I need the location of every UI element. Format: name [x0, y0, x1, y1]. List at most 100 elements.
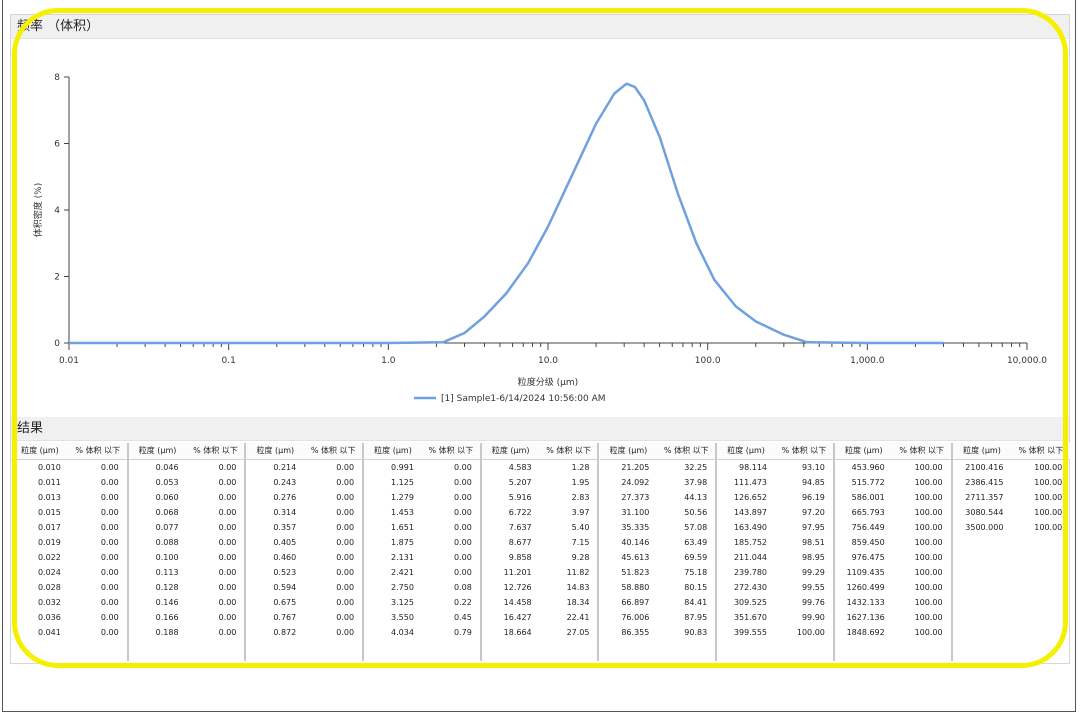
- size-cell: 309.525: [733, 598, 768, 607]
- table-row: 143.897 97.20: [717, 505, 833, 520]
- size-cell: 0.010: [37, 463, 61, 472]
- percent-cell: 100.00: [914, 463, 943, 472]
- size-cell: 6.722: [508, 508, 532, 517]
- percent-cell: 0.00: [218, 553, 237, 562]
- size-cell: 76.006: [621, 613, 650, 622]
- frequency-header-label: 频率 （体积）: [17, 19, 100, 34]
- x-axis-label: 粒度分级 (μm): [518, 376, 578, 388]
- size-cell: 0.128: [155, 583, 179, 592]
- size-cell: 5.207: [508, 478, 532, 487]
- percent-cell: 0.00: [100, 478, 119, 487]
- percent-cell: 80.15: [684, 583, 708, 592]
- size-cell: 399.555: [733, 628, 768, 637]
- percent-cell: 0.22: [453, 598, 472, 607]
- percent-cell: 0.00: [453, 478, 472, 487]
- percent-cell: 0.00: [336, 523, 355, 532]
- size-cell: 0.013: [37, 493, 61, 502]
- size-cell: 0.100: [155, 553, 179, 562]
- size-cell: 111.473: [733, 478, 768, 487]
- percent-cell: 0.00: [453, 553, 472, 562]
- table-row: 98.114 93.10: [717, 460, 833, 475]
- size-cell: 1627.136: [846, 613, 885, 622]
- table-row: 9.858 9.28: [482, 550, 598, 565]
- percent-cell: 63.49: [684, 538, 708, 547]
- table-row: 0.872 0.00: [246, 625, 362, 640]
- results-column-8: 粒度 (μm) % 体积 以下 453.960 100.00 515.772 100.00…: [834, 443, 953, 661]
- frequency-chart: 0 2 4 6 8 0.01 0.1 1.0 10.0 100.0 1,000.0 10,000.0 粒…: [11, 39, 1069, 411]
- legend-label: [1] Sample1-6/14/2024 10:56:00 AM: [441, 394, 606, 404]
- table-row: 0.088 0.00: [129, 535, 245, 550]
- size-cell: 0.077: [155, 523, 179, 532]
- table-row: 859.450 100.00: [835, 535, 951, 550]
- percent-cell: 99.55: [801, 583, 825, 592]
- percent-cell: 0.00: [218, 568, 237, 577]
- table-row: 1.453 0.00: [364, 505, 480, 520]
- table-row: 0.046 0.00: [129, 460, 245, 475]
- table-row: 0.015 0.00: [11, 505, 127, 520]
- size-cell: 5.916: [508, 493, 532, 502]
- size-header: 粒度 (μm): [609, 446, 648, 455]
- column-header: 粒度 (μm) % 体积 以下: [11, 443, 127, 460]
- percent-cell: 9.28: [571, 553, 590, 562]
- size-cell: 351.670: [733, 613, 768, 622]
- column-header: 粒度 (μm) % 体积 以下: [599, 443, 716, 460]
- size-cell: 2.421: [391, 568, 414, 577]
- percent-cell: 32.25: [684, 463, 708, 472]
- percent-cell: 84.41: [684, 598, 708, 607]
- size-cell: 0.060: [155, 493, 179, 502]
- size-header: 粒度 (μm): [844, 446, 883, 455]
- percent-cell: 0.00: [336, 568, 355, 577]
- table-row: 86.355 90.83: [600, 625, 716, 640]
- percent-header: % 体积 以下: [546, 446, 591, 455]
- percent-cell: 100.00: [914, 553, 943, 562]
- percent-cell: 0.00: [453, 463, 472, 472]
- size-cell: 1432.133: [846, 598, 885, 607]
- table-row: 0.991 0.00: [364, 460, 480, 475]
- percent-cell: 0.00: [100, 568, 119, 577]
- table-row: 185.752 98.51: [717, 535, 833, 550]
- size-cell: 0.767: [273, 613, 297, 622]
- size-cell: 2711.357: [965, 493, 1004, 502]
- size-cell: 40.146: [621, 538, 650, 547]
- size-cell: 0.243: [273, 478, 297, 487]
- size-cell: 3080.544: [965, 508, 1004, 517]
- table-row: 0.675 0.00: [246, 595, 362, 610]
- size-cell: 211.044: [733, 553, 768, 562]
- percent-cell: 69.59: [684, 553, 708, 562]
- table-row: 24.092 37.98: [600, 475, 716, 490]
- percent-cell: 0.00: [100, 628, 119, 637]
- size-cell: 3.125: [391, 598, 414, 607]
- percent-cell: 0.00: [100, 523, 119, 532]
- table-row: 126.652 96.19: [717, 490, 833, 505]
- frequency-section-header: 频率 （体积）: [11, 15, 1069, 39]
- percent-cell: 100.00: [1034, 478, 1063, 487]
- table-row: 2100.416 100.00: [953, 460, 1071, 475]
- table-row: 5.207 1.95: [482, 475, 598, 490]
- x-tick-label: 100.0: [695, 356, 721, 366]
- percent-cell: 0.00: [218, 523, 237, 532]
- size-cell: 2100.416: [965, 463, 1004, 472]
- table-row: 40.146 63.49: [600, 535, 716, 550]
- percent-cell: 94.85: [801, 478, 825, 487]
- size-cell: 0.022: [37, 553, 61, 562]
- size-cell: 586.001: [851, 493, 885, 502]
- size-cell: 0.053: [155, 478, 179, 487]
- size-cell: 756.449: [851, 523, 885, 532]
- table-row: 3500.000 100.00: [953, 520, 1071, 535]
- column-header: 粒度 (μm) % 体积 以下: [717, 443, 833, 460]
- size-cell: 27.373: [621, 493, 650, 502]
- table-row: 2386.415 100.00: [953, 475, 1071, 490]
- percent-cell: 5.40: [571, 523, 590, 532]
- results-table: 粒度 (μm)% 体积 以下 0.010 0.00 0.011 0.00 0.013 0.0…: [11, 443, 1071, 663]
- table-row: 0.022 0.00: [11, 550, 127, 565]
- table-row: 0.113 0.00: [129, 565, 245, 580]
- percent-cell: 0.00: [453, 568, 472, 577]
- frequency-chart-svg: 0 2 4 6 8 0.01 0.1 1.0 10.0 100.0 1,000.0 10,000.0 粒…: [32, 73, 1047, 404]
- percent-header: % 体积 以下: [781, 446, 827, 455]
- size-cell: 18.664: [503, 628, 532, 637]
- size-cell: 51.823: [621, 568, 650, 577]
- size-cell: 143.897: [733, 508, 768, 517]
- percent-cell: 100.00: [914, 613, 943, 622]
- table-row: 515.772 100.00: [835, 475, 951, 490]
- percent-header: % 体积 以下: [193, 446, 238, 455]
